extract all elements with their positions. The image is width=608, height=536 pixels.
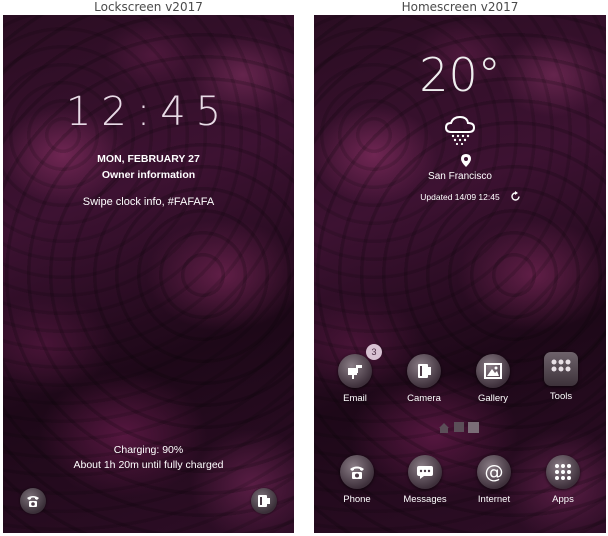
page-indicator[interactable] [438, 422, 479, 434]
app-label: Tools [549, 391, 573, 402]
app-label: Gallery [477, 393, 509, 404]
app-label: Camera [407, 393, 441, 404]
homescreen-caption: Homescreen v2017 [401, 0, 519, 14]
weather-city[interactable]: San Francisco [314, 171, 606, 182]
app-tools-folder[interactable]: Tools [531, 352, 591, 402]
app-camera[interactable]: Camera [394, 354, 454, 404]
app-email[interactable]: 3 Email [325, 344, 385, 404]
homescreen: 20° San Francisco Updated 14/09 12:45 3 … [314, 15, 606, 533]
weather-temperature[interactable]: 20° [314, 48, 606, 102]
app-messages[interactable]: Messages [395, 455, 455, 505]
messages-icon [417, 466, 433, 479]
app-internet[interactable]: @ Internet [464, 455, 524, 505]
swipe-clock-info: Swipe clock info, #FAFAFA [82, 196, 215, 208]
lockscreen-caption: Lockscreen v2017 [94, 0, 203, 14]
camera-icon [418, 364, 431, 378]
app-label: Internet [477, 494, 511, 505]
internet-icon: @ [484, 460, 504, 483]
email-icon [348, 365, 362, 379]
app-phone[interactable]: Phone [327, 455, 387, 505]
owner-information: Owner information [101, 169, 196, 181]
home-page-icon [439, 423, 449, 433]
apps-icon [555, 464, 571, 480]
refresh-icon[interactable] [510, 191, 521, 202]
page-dot [454, 422, 464, 432]
charging-remaining: About 1h 20m until fully charged [73, 459, 224, 471]
app-label: Phone [343, 494, 371, 505]
tools-folder-icon [551, 359, 571, 372]
app-apps[interactable]: Apps [533, 455, 593, 505]
camera-icon [258, 495, 270, 507]
page-dot-active [468, 422, 479, 433]
lock-clock[interactable]: 12:45 [3, 89, 294, 135]
app-label: Messages [403, 494, 447, 505]
phone-icon [350, 466, 364, 479]
charging-status: Charging: 90% [113, 444, 184, 456]
lockscreen: 12:45 MON, FEBRUARY 27 Owner information… [3, 15, 294, 533]
app-label: Apps [552, 494, 574, 505]
gallery-icon [484, 363, 502, 379]
snow-cloud-icon [444, 115, 476, 145]
phone-icon [27, 496, 39, 507]
app-label: Email [343, 393, 367, 404]
location-pin-icon [461, 154, 471, 167]
lock-date: MON, FEBRUARY 27 [97, 153, 200, 165]
app-gallery[interactable]: Gallery [463, 354, 523, 404]
lock-phone-shortcut[interactable] [20, 488, 46, 514]
lock-camera-shortcut[interactable] [251, 488, 277, 514]
email-badge: 3 [366, 344, 382, 360]
weather-updated: Updated 14/09 12:45 [420, 192, 500, 202]
